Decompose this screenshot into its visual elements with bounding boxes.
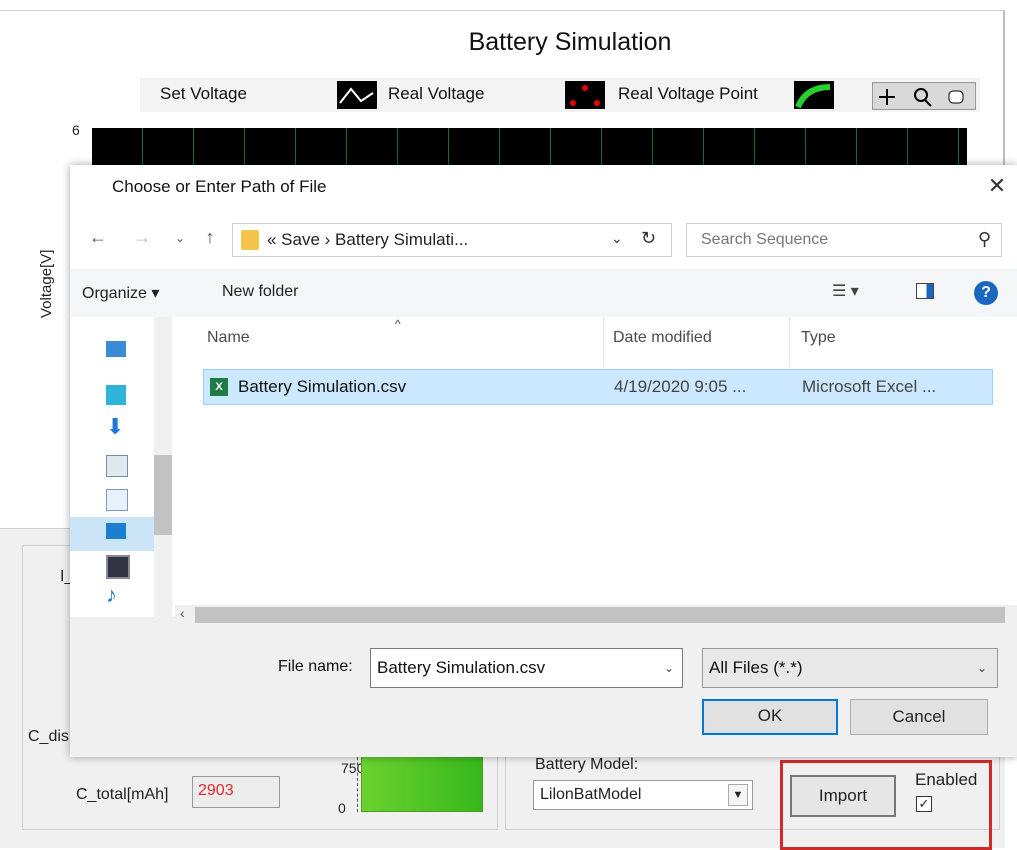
sort-ascending-icon: ^	[395, 317, 401, 331]
chevron-down-icon[interactable]: ⌄	[611, 230, 623, 247]
refresh-icon[interactable]: ↻	[641, 228, 656, 249]
legend-real-voltage-point: Real Voltage Point	[618, 84, 758, 103]
music-icon[interactable]: ♪	[106, 584, 126, 606]
view-options-icon[interactable]: ☰ ▾	[832, 281, 859, 301]
3d-objects-icon[interactable]	[106, 385, 126, 405]
app-title: Battery Simulation	[468, 28, 672, 56]
real-voltage-swatch-icon[interactable]	[337, 81, 377, 109]
battery-model-select[interactable]: LilonBatModel ▼	[533, 780, 753, 810]
computer-icon[interactable]	[106, 341, 126, 357]
organize-menu[interactable]: Organize ▾	[82, 283, 159, 303]
new-folder-button[interactable]: New folder	[222, 283, 298, 301]
file-type: Microsoft Excel ...	[802, 377, 937, 396]
pan-hand-icon	[948, 90, 964, 104]
recent-locations-icon[interactable]: ⌄	[168, 231, 192, 255]
y-axis-label: Voltage[V]	[38, 249, 55, 318]
import-button[interactable]: Import	[790, 775, 896, 817]
file-name-label: File name:	[278, 658, 353, 675]
file-name-value: Battery Simulation.csv	[377, 658, 546, 677]
file-name: Battery Simulation.csv	[238, 377, 407, 396]
enabled-label: Enabled	[915, 770, 978, 789]
scroll-left-icon[interactable]: ‹	[180, 605, 185, 621]
dialog-titlebar: Choose or Enter Path of File ✕	[70, 165, 1017, 213]
help-icon[interactable]: ?	[974, 281, 998, 305]
up-arrow-icon[interactable]: ↑	[198, 227, 222, 251]
green-curve-swatch-icon[interactable]	[794, 81, 834, 109]
breadcrumb[interactable]: « Save › Battery Simulati...	[267, 230, 468, 250]
plot-legend: Set Voltage Real Voltage Real Voltage Po…	[140, 78, 980, 112]
horizontal-scroll-thumb[interactable]	[195, 607, 1005, 623]
file-dialog: Choose or Enter Path of File ✕ ← → ⌄ ↑ «…	[70, 165, 1017, 757]
documents-icon[interactable]	[106, 489, 128, 511]
chevron-down-icon[interactable]: ▼	[728, 784, 748, 806]
y-tick-label: 6	[72, 122, 80, 138]
column-name[interactable]: Name	[207, 329, 250, 347]
legend-set-voltage: Set Voltage	[160, 84, 247, 103]
battery-model-value: LilonBatModel	[540, 786, 642, 803]
c-total-label: C_total[mAh]	[76, 786, 169, 803]
close-icon[interactable]: ✕	[982, 173, 1012, 203]
file-row[interactable]: X Battery Simulation.csv 4/19/2020 9:05 …	[203, 369, 993, 405]
file-list[interactable]: Name ^ Date modified Type X Battery Simu…	[175, 317, 1017, 617]
gauge-axis	[352, 752, 358, 812]
battery-model-label: Battery Model:	[535, 756, 639, 773]
pictures-icon[interactable]	[106, 455, 128, 477]
preview-pane-icon[interactable]	[916, 283, 934, 299]
column-type[interactable]: Type	[801, 329, 836, 347]
gauge-tick-label: 0	[338, 800, 346, 816]
nav-scroll-thumb[interactable]	[154, 455, 172, 535]
excel-file-icon: X	[210, 378, 228, 396]
zoom-icon	[914, 88, 932, 107]
chevron-down-icon[interactable]: ⌄	[664, 661, 674, 675]
file-type-filter[interactable]: All Files (*.*) ⌄	[702, 648, 998, 688]
cancel-button[interactable]: Cancel	[850, 699, 988, 735]
file-date: 4/19/2020 9:05 ...	[614, 377, 747, 396]
folder-icon	[241, 230, 259, 250]
dialog-title: Choose or Enter Path of File	[112, 177, 327, 196]
capacity-gauge	[361, 752, 483, 812]
search-icon[interactable]: ⚲	[978, 229, 991, 250]
c-total-value: 2903	[192, 776, 280, 808]
downloads-icon[interactable]: ⬇	[106, 416, 126, 438]
column-separator[interactable]	[789, 317, 790, 367]
desktop-icon	[106, 523, 126, 539]
enabled-checkbox[interactable]: ✓	[916, 796, 932, 812]
column-separator[interactable]	[603, 317, 604, 367]
column-date[interactable]: Date modified	[613, 329, 712, 347]
nav-selected-row[interactable]	[70, 517, 154, 551]
forward-arrow-icon[interactable]: →	[130, 227, 154, 251]
real-voltage-point-swatch-icon[interactable]	[565, 81, 605, 109]
address-bar[interactable]: « Save › Battery Simulati... ⌄ ↻	[232, 223, 672, 257]
partial-label: C_dis	[28, 728, 69, 745]
ok-button[interactable]: OK	[702, 699, 838, 735]
videos-icon[interactable]	[106, 555, 130, 579]
legend-real-voltage: Real Voltage	[388, 84, 485, 103]
chevron-down-icon[interactable]: ⌄	[977, 661, 987, 675]
search-input[interactable]: Search Sequence ⚲	[686, 223, 1002, 257]
plot-tool-palette[interactable]	[872, 82, 976, 110]
filter-value: All Files (*.*)	[709, 658, 803, 677]
search-placeholder: Search Sequence	[701, 231, 829, 248]
navigation-bar: ← → ⌄ ↑ « Save › Battery Simulati... ⌄ ↻…	[70, 213, 1017, 269]
dialog-toolbar: Organize ▾ New folder ☰ ▾ ?	[70, 269, 1017, 317]
file-name-input[interactable]: Battery Simulation.csv ⌄	[370, 648, 683, 688]
back-arrow-icon[interactable]: ←	[86, 227, 110, 251]
crosshair-icon	[879, 89, 895, 105]
